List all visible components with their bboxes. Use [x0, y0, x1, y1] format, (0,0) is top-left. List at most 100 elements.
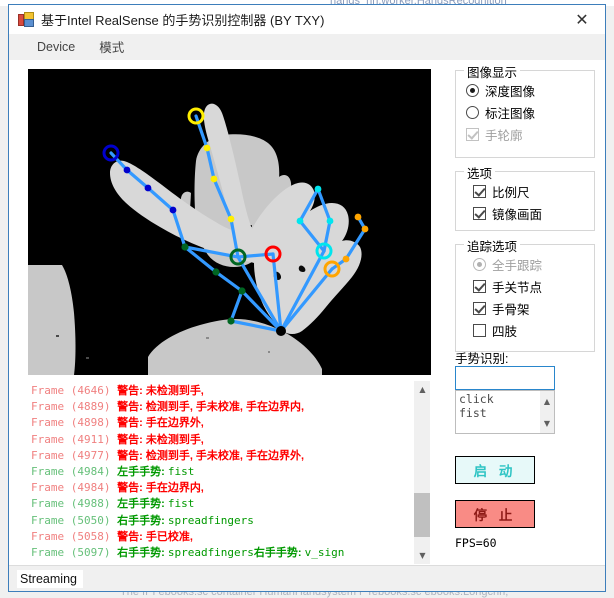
checkbox-limbs[interactable] — [473, 323, 486, 337]
log-frame-id: Frame (4889) — [31, 400, 118, 414]
menu-item-device[interactable]: Device — [25, 37, 87, 57]
log-line: Frame (4911) 警告: 未检测到手, — [31, 432, 411, 448]
image-display-title: 图像显示 — [464, 62, 521, 81]
gesture-list[interactable]: click fist ▲ ▼ — [455, 390, 555, 434]
log-gesture-name: spreadfingers — [167, 513, 254, 527]
option-depth-image-label: 深度图像 — [485, 84, 536, 99]
main-window: 基于Intel RealSense 的手势识别控制器 (BY TXY) ✕ De… — [8, 4, 606, 592]
log-message: 警告: 检测到手, 手未校准, 手在边界外, — [117, 449, 305, 462]
gesture-list-item-click[interactable]: click — [459, 392, 539, 406]
log-message: 右手手势: — [117, 514, 168, 527]
depth-image-viewport[interactable] — [28, 69, 431, 375]
log-message: 右手手势: — [117, 546, 168, 559]
option-limbs[interactable]: 四肢 — [456, 319, 594, 341]
log-frame-id: Frame (4911) — [31, 432, 118, 446]
status-bar: Streaming — [9, 565, 605, 591]
gesture-scroll-down-icon[interactable]: ▼ — [540, 416, 554, 430]
client-area: Frame (4646) 警告: 未检测到手, Frame (4889) 警告: … — [9, 60, 605, 565]
log-message: 警告: 未检测到手, — [117, 385, 204, 397]
menu-bar: Device 模式 — [9, 34, 605, 60]
checkbox-hand-joints[interactable] — [473, 279, 486, 293]
title-bar: 基于Intel RealSense 的手势识别控制器 (BY TXY) ✕ — [9, 5, 605, 34]
log-message: 左手手势: — [117, 498, 168, 511]
option-scale-ruler[interactable]: 比例尺 — [456, 180, 594, 202]
log-frame-id: Frame (4977) — [31, 448, 118, 462]
log-message: 左手手势: — [117, 465, 168, 478]
log-gesture-name: spreadfingers — [167, 545, 254, 559]
option-hand-skeleton-label: 手骨架 — [492, 302, 530, 317]
option-full-hand-tracking: 全手跟踪 — [456, 253, 594, 275]
window-title: 基于Intel RealSense 的手势识别控制器 (BY TXY) — [41, 13, 325, 28]
gesture-recognition-label: 手势识别: — [455, 352, 509, 366]
log-frame-id: Frame (5097) — [31, 545, 118, 559]
radio-annotated-image[interactable] — [466, 105, 479, 119]
option-hand-contour-label: 手轮廓 — [485, 128, 523, 143]
tracking-options-group: 追踪选项 全手跟踪 手关节点 手骨架 四肢 — [455, 236, 595, 352]
log-output-box[interactable]: Frame (4646) 警告: 未检测到手, Frame (4889) 警告: … — [28, 380, 431, 565]
options-title: 选项 — [464, 163, 496, 182]
log-line: Frame (4646) 警告: 未检测到手, — [31, 383, 411, 399]
option-hand-skeleton[interactable]: 手骨架 — [456, 297, 594, 319]
option-full-hand-tracking-label: 全手跟踪 — [492, 258, 543, 273]
gesture-scroll-up-icon[interactable]: ▲ — [540, 394, 554, 408]
log-line: Frame (4984) 警告: 手在边界内, — [31, 480, 411, 496]
app-icon — [18, 11, 34, 28]
log-frame-id: Frame (4646) — [31, 384, 118, 397]
scroll-up-icon[interactable]: ▲ — [414, 381, 430, 398]
options-group: 选项 比例尺 镜像画面 — [455, 163, 595, 231]
log-frame-id: Frame (4984) — [31, 464, 118, 478]
status-text: Streaming — [17, 569, 83, 588]
stop-button[interactable]: 停 止 — [455, 500, 535, 528]
log-line: Frame (4984) 左手手势: fist — [31, 464, 411, 480]
checkbox-scale-ruler[interactable] — [473, 184, 486, 198]
log-line: Frame (4977) 警告: 检测到手, 手未校准, 手在边界外, — [31, 448, 411, 464]
checkbox-hand-contour — [466, 127, 479, 141]
log-frame-id: Frame (5058) — [31, 529, 118, 543]
log-gesture-name-secondary: v_sign — [304, 545, 345, 559]
option-hand-contour: 手轮廓 — [456, 123, 594, 145]
start-button[interactable]: 启 动 — [455, 456, 535, 484]
log-line: Frame (4889) 警告: 检测到手, 手未校准, 手在边界内, — [31, 399, 411, 415]
option-annotated-image[interactable]: 标注图像 — [456, 101, 594, 123]
tracking-options-title: 追踪选项 — [464, 236, 521, 255]
log-line: Frame (4988) 左手手势: fist — [31, 496, 411, 512]
log-message: 警告: 手已校准, — [117, 530, 193, 543]
option-scale-ruler-label: 比例尺 — [492, 185, 530, 200]
log-line-list: Frame (4646) 警告: 未检测到手, Frame (4889) 警告: … — [31, 383, 411, 561]
gesture-input[interactable] — [455, 366, 555, 390]
log-line: Frame (5097) 右手手势: spreadfingers右手手势: v_… — [31, 545, 411, 561]
log-frame-id: Frame (4984) — [31, 481, 118, 495]
log-message: 警告: 手在边界外, — [117, 417, 204, 430]
log-frame-id: Frame (4898) — [31, 416, 118, 430]
gesture-list-item-fist[interactable]: fist — [459, 406, 539, 420]
scrollbar-thumb[interactable] — [414, 493, 430, 537]
option-hand-joints-label: 手关节点 — [492, 280, 543, 295]
checkbox-mirror-view[interactable] — [473, 206, 486, 220]
menu-item-mode[interactable]: 模式 — [87, 34, 136, 59]
log-message: 警告: 未检测到手, — [117, 433, 204, 446]
option-limbs-label: 四肢 — [492, 324, 518, 339]
option-hand-joints[interactable]: 手关节点 — [456, 275, 594, 297]
log-message-secondary: 右手手势: — [253, 546, 305, 559]
option-mirror-view[interactable]: 镜像画面 — [456, 202, 594, 224]
gesture-list-scrollbar[interactable]: ▲ ▼ — [540, 391, 554, 433]
depth-image-canvas — [28, 69, 431, 375]
fps-label: FPS=60 — [455, 536, 497, 550]
option-mirror-view-label: 镜像画面 — [492, 207, 543, 222]
checkbox-hand-skeleton[interactable] — [473, 301, 486, 315]
log-gesture-name: fist — [167, 497, 195, 511]
radio-full-hand-tracking — [473, 257, 486, 271]
log-scrollbar[interactable]: ▲ ▼ — [413, 381, 430, 564]
log-line: Frame (4898) 警告: 手在边界外, — [31, 415, 411, 431]
log-frame-id: Frame (4988) — [31, 497, 118, 511]
scroll-down-icon[interactable]: ▼ — [414, 547, 430, 564]
log-line: Frame (5050) 右手手势: spreadfingers — [31, 513, 411, 529]
close-icon[interactable]: ✕ — [559, 5, 605, 34]
log-message: 警告: 手在边界内, — [117, 482, 204, 495]
log-frame-id: Frame (5050) — [31, 513, 118, 527]
image-display-group: 图像显示 深度图像 标注图像 手轮廓 — [455, 62, 595, 158]
option-depth-image[interactable]: 深度图像 — [456, 79, 594, 101]
log-message: 警告: 检测到手, 手未校准, 手在边界内, — [117, 401, 305, 414]
radio-depth-image[interactable] — [466, 83, 479, 97]
log-line: Frame (5058) 警告: 手已校准, — [31, 529, 411, 545]
